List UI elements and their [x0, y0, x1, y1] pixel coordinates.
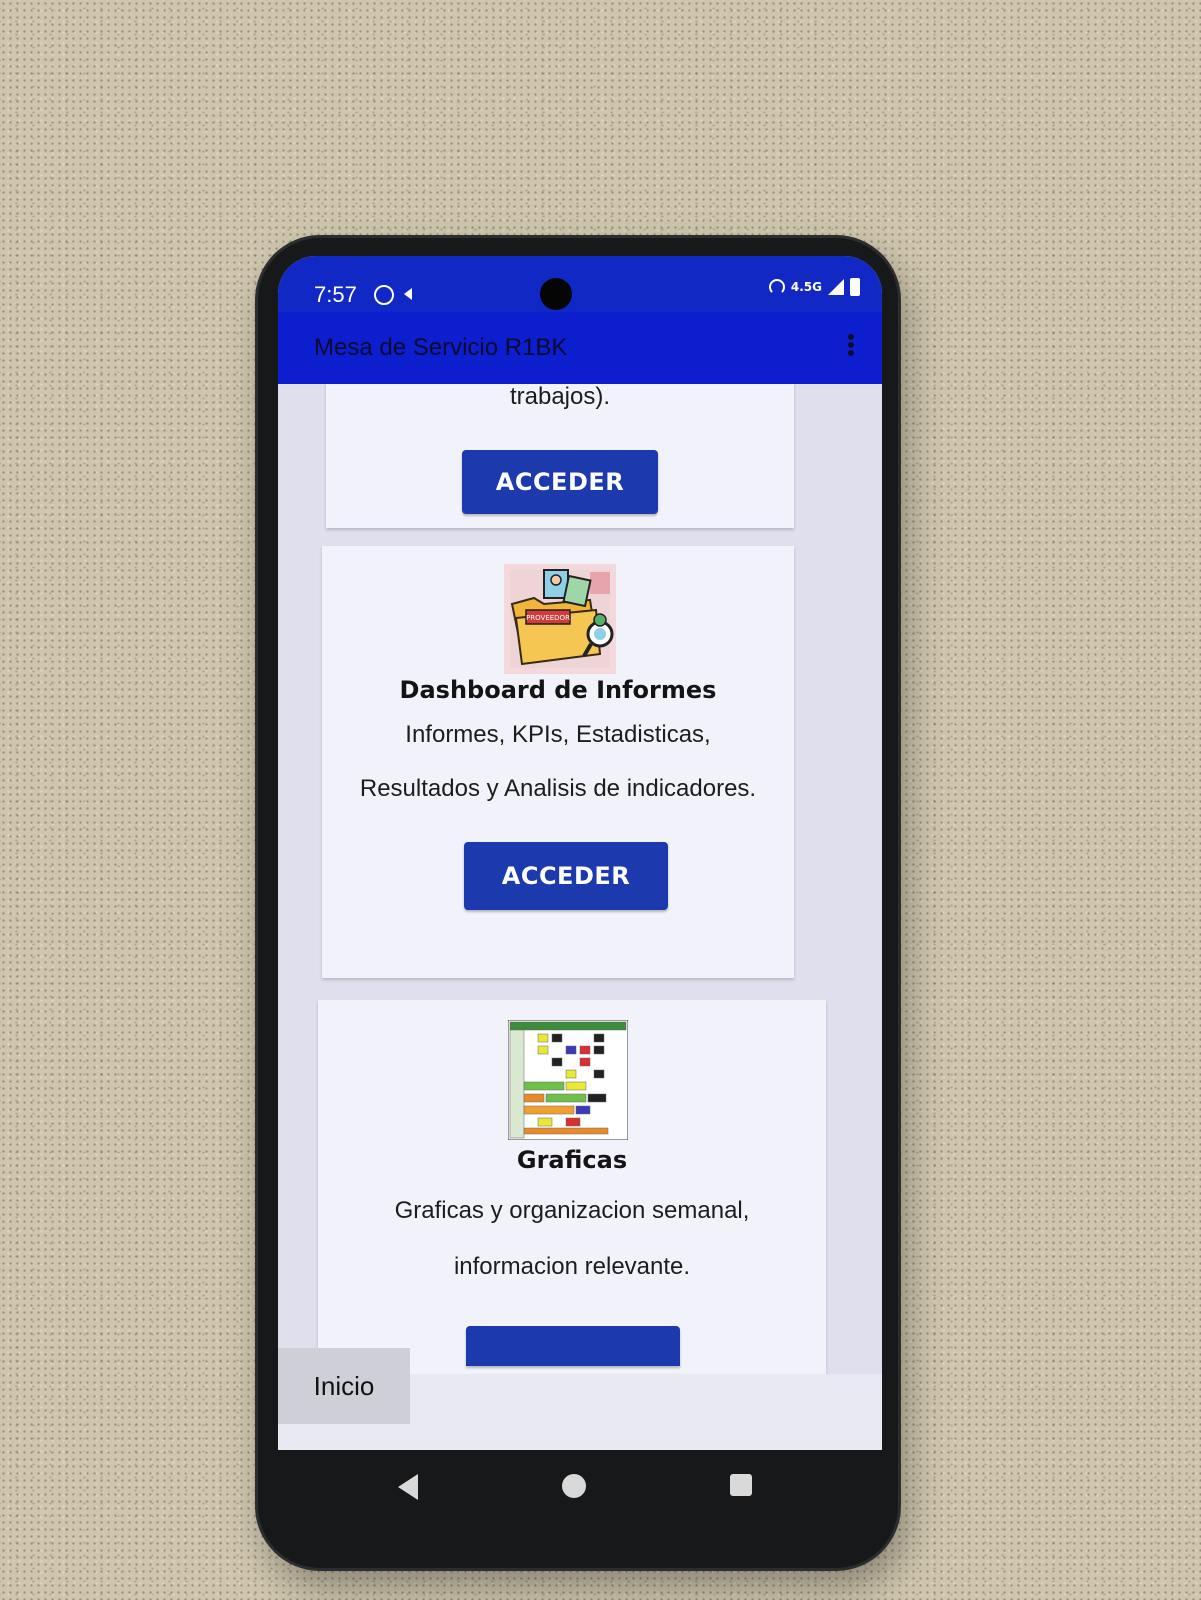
- card-description: trabajos).: [509, 384, 611, 410]
- more-vert-icon[interactable]: [846, 332, 856, 362]
- graficas-table-image: [507, 1019, 629, 1141]
- home-icon[interactable]: [562, 1474, 586, 1498]
- acceder-button[interactable]: ACCEDER: [462, 450, 658, 514]
- phone-screen: 7:57 4.5G Mesa de Servicio R1BK trabajos…: [278, 256, 882, 1450]
- tab-inicio[interactable]: Inicio: [278, 1348, 410, 1424]
- front-camera: [540, 278, 572, 310]
- card-description-line-2: informacion relevante.: [453, 1253, 691, 1280]
- recents-icon[interactable]: [730, 1474, 752, 1496]
- app-bar: Mesa de Servicio R1BK: [278, 312, 882, 384]
- notification-arrow-icon: [404, 288, 412, 300]
- status-time: 7:57: [314, 282, 357, 307]
- folder-documents-icon: PROVEEDOR: [504, 564, 616, 674]
- dashboard-card: PROVEEDOR Dashboard de Informes Informes…: [322, 546, 794, 978]
- back-icon[interactable]: [398, 1474, 418, 1500]
- hotspot-icon: [768, 279, 785, 295]
- dashboard-illustration: PROVEEDOR: [504, 564, 616, 674]
- whatsapp-icon: [374, 285, 394, 305]
- service-card: trabajos). ACCEDER: [326, 384, 794, 528]
- status-bar: 7:57 4.5G: [278, 256, 882, 312]
- system-nav-bar: [278, 1450, 882, 1530]
- app-title: Mesa de Servicio R1BK: [314, 334, 568, 361]
- battery-icon: [850, 278, 860, 296]
- card-description-line-1: Graficas y organizacion semanal,: [394, 1197, 750, 1224]
- content-scroll[interactable]: trabajos). ACCEDER PROVEEDOR Dashboard d…: [278, 384, 882, 1374]
- graficas-card: Graficas Graficas y organizacion semanal…: [318, 1000, 826, 1374]
- status-right-icons: 4.5G: [768, 278, 860, 296]
- spreadsheet-icon: [507, 1019, 629, 1141]
- card-title: Dashboard de Informes: [399, 676, 717, 704]
- network-type: 4.5G: [790, 280, 822, 294]
- acceder-button-partial[interactable]: [466, 1326, 680, 1366]
- card-description-line-2: Resultados y Analisis de indicadores.: [359, 775, 757, 802]
- card-description-line-1: Informes, KPIs, Estadisticas,: [405, 721, 711, 748]
- acceder-button[interactable]: ACCEDER: [464, 842, 668, 910]
- signal-icon: [828, 279, 844, 295]
- proveedor-label: PROVEEDOR: [526, 614, 570, 622]
- card-title: Graficas: [516, 1146, 628, 1174]
